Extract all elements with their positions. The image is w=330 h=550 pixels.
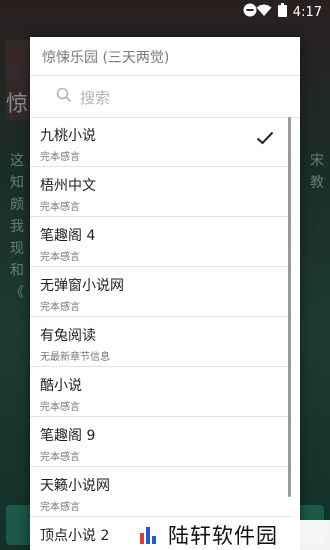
list-item[interactable]: 笔趣阁 9 完本感言: [30, 417, 292, 467]
source-latest-chapter: 完本感言: [40, 302, 80, 313]
list-item[interactable]: 天籁小说网 完本感言: [30, 467, 292, 517]
list-item[interactable]: 有兔阅读 无最新章节信息: [30, 317, 292, 367]
status-bar: 4:17: [0, 0, 330, 22]
checkmark-icon: [256, 130, 274, 149]
search-input[interactable]: 搜索: [56, 83, 286, 111]
list-item[interactable]: 酷小说 完本感言: [30, 367, 292, 417]
source-name: 酷小说: [40, 378, 82, 394]
source-latest-chapter: 完本感言: [40, 502, 80, 513]
list-scrollbar[interactable]: [288, 117, 291, 497]
source-latest-chapter: 完本感言: [40, 252, 80, 263]
source-select-dialog: 惊悚乐园 (三天两觉) 搜索 九桃小说 完本感言 梧州中文 完本感言 笔趣阁 4…: [30, 37, 300, 550]
source-name: 九桃小说: [40, 128, 96, 144]
source-latest-chapter: 完本感言: [40, 202, 80, 213]
search-icon: [56, 87, 72, 107]
background-title: 惊: [6, 92, 29, 117]
dialog-title: 惊悚乐园 (三天两觉): [42, 50, 170, 66]
source-name: 无弹窗小说网: [40, 278, 124, 294]
status-time: 4:17: [292, 4, 322, 20]
source-latest-chapter: 完本感言: [40, 402, 80, 413]
background-text-right: 宋教: [310, 153, 324, 191]
battery-icon: [277, 3, 287, 21]
background-text-left: 这知颇我现和《: [10, 153, 24, 301]
source-name: 笔趣阁 4: [40, 228, 96, 244]
list-item[interactable]: 笔趣阁 4 完本感言: [30, 217, 292, 267]
watermark-logo-icon: [138, 524, 160, 546]
title-divider: [30, 75, 300, 76]
source-latest-chapter: 完本感言: [40, 452, 80, 463]
search-placeholder: 搜索: [80, 88, 111, 107]
source-latest-chapter: 无最新章节信息: [40, 352, 110, 363]
list-item[interactable]: 九桃小说 完本感言: [30, 117, 292, 167]
wifi-icon: [256, 4, 272, 21]
list-item[interactable]: 梧州中文 完本感言: [30, 167, 292, 217]
source-name: 顶点小说 2: [40, 528, 110, 544]
watermark: 陆轩软件园: [130, 520, 330, 550]
source-name: 天籁小说网: [40, 478, 110, 494]
source-name: 有兔阅读: [40, 328, 96, 344]
source-list[interactable]: 九桃小说 完本感言 梧州中文 完本感言 笔趣阁 4 完本感言 无弹窗小说网 完本…: [30, 117, 292, 550]
watermark-text: 陆轩软件园: [168, 524, 278, 548]
list-item[interactable]: 无弹窗小说网 完本感言: [30, 267, 292, 317]
source-name: 笔趣阁 9: [40, 428, 96, 444]
source-name: 梧州中文: [40, 178, 96, 194]
source-latest-chapter: 完本感言: [40, 152, 80, 163]
